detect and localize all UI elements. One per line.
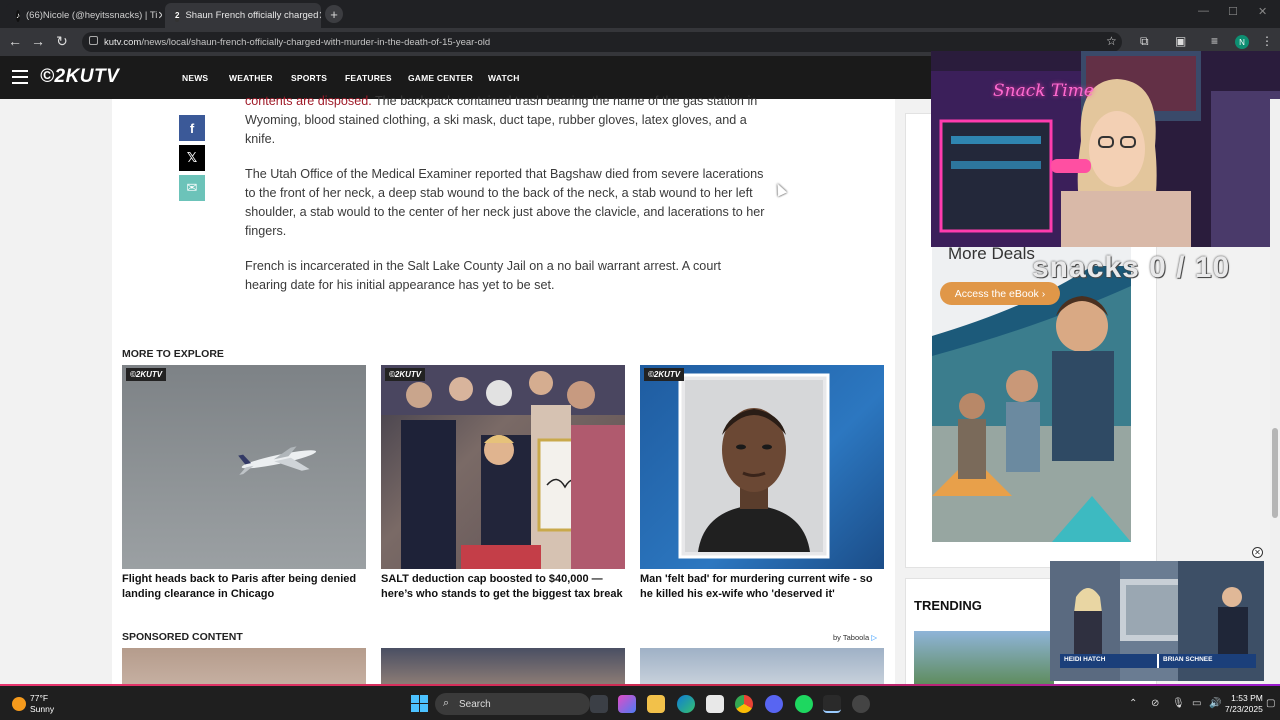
card-image-mugshot: ©2KUTV	[640, 365, 884, 569]
page-scrollbar[interactable]	[1270, 99, 1280, 686]
video-player[interactable]: HEIDI HATCH BRIAN SCHNEE	[1050, 561, 1264, 681]
close-tab-icon[interactable]: ✕	[157, 9, 162, 22]
tab-tiktok[interactable]: ♪ (66)Nicole (@heyitssnacks) | Ti ✕	[6, 3, 162, 28]
card-title[interactable]: SALT deduction cap boosted to $40,000 — …	[381, 572, 625, 601]
x-share-button[interactable]: 𝕏	[179, 145, 205, 171]
anchor-name-right: BRIAN SCHNEE	[1159, 654, 1256, 668]
email-share-button[interactable]: ✉	[179, 175, 205, 201]
taboola-label: by Taboola	[833, 633, 870, 642]
task-view-icon[interactable]	[590, 695, 608, 713]
article-paragraph: contents are disposed. The backpack cont…	[245, 92, 765, 149]
volume-icon[interactable]: 🔊	[1209, 698, 1221, 709]
search-icon: ⌕	[443, 697, 450, 709]
forward-icon[interactable]: →	[29, 33, 47, 49]
close-video-button[interactable]: ✕	[1252, 547, 1263, 558]
back-icon[interactable]: ←	[6, 33, 24, 49]
spotify-icon[interactable]	[795, 695, 813, 713]
article-link[interactable]: contents are disposed.	[245, 94, 372, 108]
split-screen-icon[interactable]: ▣	[1175, 34, 1186, 48]
clock-date: 7/23/2025	[1225, 704, 1263, 714]
maximize-icon[interactable]: ☐	[1228, 5, 1238, 18]
weather-widget[interactable]: 77°F Sunny	[30, 693, 54, 715]
sponsored-image[interactable]	[381, 648, 625, 686]
nav-features[interactable]: FEATURES	[345, 73, 392, 83]
bookmark-star-icon[interactable]: ☆	[1106, 34, 1117, 48]
kutv-badge: ©2KUTV	[644, 368, 685, 381]
url-domain: kutv.com	[104, 36, 142, 48]
menu-dots-icon[interactable]: ⋮	[1261, 34, 1273, 48]
snack-counter: snacks 0 / 10	[1032, 251, 1231, 284]
kutv-badge: ©2KUTV	[385, 368, 426, 381]
kutv-favicon-icon: 2	[175, 9, 180, 22]
webcam-overlay: Snack Time	[931, 51, 1280, 247]
facebook-share-button[interactable]: f	[179, 115, 205, 141]
kutv-badge: ©2KUTV	[126, 368, 167, 381]
profile-avatar[interactable]: N	[1235, 35, 1249, 49]
hamburger-menu-icon[interactable]	[12, 70, 28, 88]
sun-icon	[12, 697, 26, 711]
card-image-plane: ©2KUTV	[122, 365, 366, 569]
search-label: Search	[459, 698, 491, 710]
weather-condition: Sunny	[30, 704, 55, 714]
card-image-signing: ©2KUTV	[381, 365, 625, 569]
sponsored-image[interactable]	[122, 648, 366, 686]
system-clock[interactable]: 1:53 PM 7/23/2025	[1225, 693, 1263, 715]
trending-image[interactable]	[914, 631, 1054, 686]
url-path: /news/local/shaun-french-officially-char…	[141, 36, 491, 48]
taboola-icon: ▷	[871, 633, 878, 642]
url-input[interactable]: kutv.com/news/local/shaun-french-officia…	[82, 32, 1122, 52]
taboola-attribution[interactable]: by Taboola ▷	[833, 633, 877, 642]
media-controls-icon[interactable]: ≡	[1211, 34, 1218, 48]
scrollbar-thumb[interactable]	[1272, 428, 1278, 518]
obs-icon[interactable]	[852, 695, 870, 713]
file-explorer-icon[interactable]	[647, 695, 665, 713]
card-title[interactable]: Flight heads back to Paris after being d…	[122, 572, 366, 601]
sponsored-image[interactable]	[640, 648, 884, 686]
microphone-icon[interactable]: 🎙	[1172, 698, 1185, 709]
nav-sports[interactable]: SPORTS	[291, 73, 327, 83]
clock-time: 1:53 PM	[1231, 693, 1263, 703]
neon-sign: Snack Time	[993, 81, 1094, 101]
more-to-explore-heading: MORE TO EXPLORE	[122, 348, 224, 360]
close-tab-icon[interactable]: ✕	[318, 9, 321, 22]
nav-news[interactable]: NEWS	[182, 73, 208, 83]
chevron-up-icon[interactable]: ⌃	[1129, 698, 1137, 709]
video-lower-third: HEIDI HATCH BRIAN SCHNEE	[1060, 654, 1256, 668]
card-title[interactable]: Man 'felt bad' for murdering current wif…	[640, 572, 884, 601]
nav-weather[interactable]: WEATHER	[229, 73, 273, 83]
article-paragraph: The Utah Office of the Medical Examiner …	[245, 167, 765, 238]
discord-icon[interactable]	[765, 695, 783, 713]
copilot-icon[interactable]	[618, 695, 636, 713]
chrome-icon[interactable]	[735, 695, 753, 713]
ad-heading: More Deals	[948, 244, 1035, 263]
close-window-icon[interactable]: ✕	[1258, 5, 1267, 18]
taskbar	[0, 686, 1280, 720]
anchor-name-left: HEIDI HATCH	[1060, 654, 1157, 668]
reload-icon[interactable]: ↻	[53, 33, 71, 50]
site-info-icon[interactable]	[89, 36, 98, 45]
nav-game-center[interactable]: GAME CENTER	[408, 73, 473, 83]
minimize-icon[interactable]: —	[1198, 5, 1209, 17]
sponsored-heading: SPONSORED CONTENT	[122, 631, 243, 643]
tab-label: Shaun French officially charged	[185, 10, 319, 21]
tiktok-icon: ♪	[16, 9, 20, 22]
site-logo[interactable]: ©2KUTV	[40, 66, 119, 88]
windows-start-icon[interactable]	[411, 695, 428, 712]
access-ebook-button[interactable]: Access the eBook ›	[940, 282, 1060, 305]
terminal-icon[interactable]	[823, 695, 841, 713]
notification-icon[interactable]: ▢	[1266, 698, 1275, 709]
nav-watch[interactable]: WATCH	[488, 73, 520, 83]
network-off-icon[interactable]: ⊘	[1151, 698, 1159, 709]
taskbar-search[interactable]: ⌕ Search	[435, 693, 590, 715]
store-icon[interactable]	[706, 695, 724, 713]
extensions-icon[interactable]: ⧉	[1140, 34, 1149, 49]
tab-kutv[interactable]: 2 Shaun French officially charged ✕	[165, 3, 321, 28]
edge-icon[interactable]	[677, 695, 695, 713]
weather-temp: 77°F	[30, 693, 49, 703]
article-paragraph: French is incarcerated in the Salt Lake …	[245, 259, 722, 292]
new-tab-button[interactable]: +	[325, 5, 343, 23]
tab-label: (66)Nicole (@heyitssnacks) | Ti	[26, 10, 158, 21]
display-icon[interactable]: ▭	[1192, 698, 1201, 709]
trending-heading: TRENDING	[914, 598, 982, 613]
